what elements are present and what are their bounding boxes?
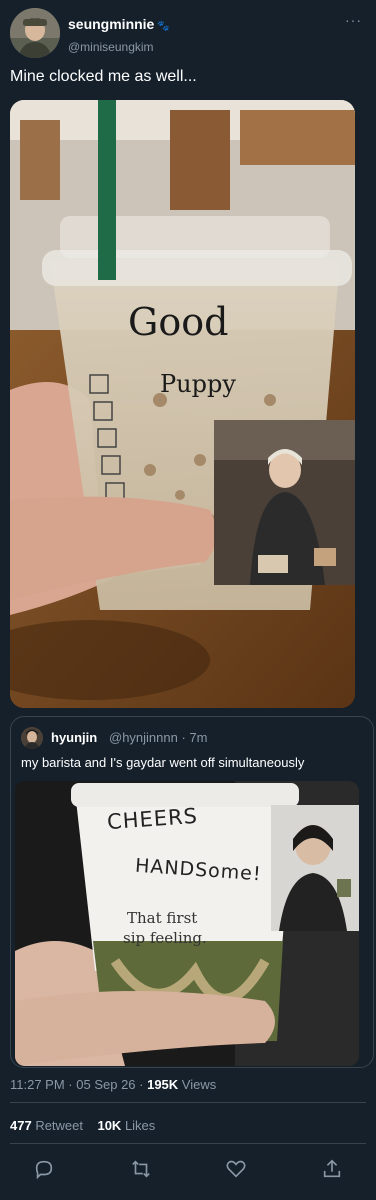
tweet-header: seungminnie 🐾 @miniseungkim ···: [10, 8, 366, 58]
action-bar: [0, 1158, 376, 1182]
paw-icon: 🐾: [157, 21, 170, 32]
display-name[interactable]: seungminnie 🐾: [68, 16, 170, 32]
quoted-tweet[interactable]: hyunjin @hynjinnnn · 7m my barista and I…: [10, 716, 374, 1068]
quoted-timestamp: · 7m: [181, 730, 208, 745]
divider: [10, 1102, 366, 1103]
views-label: Views: [178, 1077, 217, 1092]
cup-writing-puppy: Puppy: [160, 370, 236, 398]
cup-printed-line1: That first: [127, 909, 198, 927]
cup-printed-line2: sip feeling.: [123, 929, 207, 947]
quoted-photo[interactable]: CHEERS HANDSome! That first sip feeling.: [15, 781, 359, 1066]
retweets-stat[interactable]: 477 Retweet: [10, 1118, 83, 1133]
tweet-time[interactable]: 11:27 PM: [10, 1077, 65, 1092]
quoted-display-name[interactable]: hyunjin: [51, 730, 97, 745]
retweet-icon[interactable]: [130, 1158, 152, 1180]
divider: [10, 1143, 366, 1144]
quoted-handle[interactable]: @hynjinnnn · 7m: [109, 730, 207, 745]
reply-icon[interactable]: [33, 1158, 55, 1180]
avatar[interactable]: [10, 8, 60, 58]
views-count: 195K: [147, 1077, 179, 1092]
tweet-date[interactable]: 05 Sep 26: [76, 1077, 135, 1092]
more-options-icon[interactable]: ···: [345, 12, 362, 28]
tweet-text: Mine clocked me as well...: [10, 68, 197, 85]
quoted-text: my barista and I's gaydar went off simul…: [21, 755, 305, 770]
tweet-meta: 11:27 PM · 05 Sep 26 · 195K Views: [10, 1077, 217, 1092]
likes-stat[interactable]: 10K Likes: [97, 1118, 155, 1133]
like-icon[interactable]: [225, 1158, 247, 1180]
tweet-photo[interactable]: Good Puppy: [10, 100, 355, 708]
username-handle[interactable]: @miniseungkim: [68, 40, 154, 54]
quoted-avatar[interactable]: [21, 727, 43, 749]
cup-writing-good: Good: [128, 300, 229, 344]
share-icon[interactable]: [321, 1158, 343, 1180]
tweet-stats: 477 Retweet 10K Likes: [10, 1118, 155, 1133]
